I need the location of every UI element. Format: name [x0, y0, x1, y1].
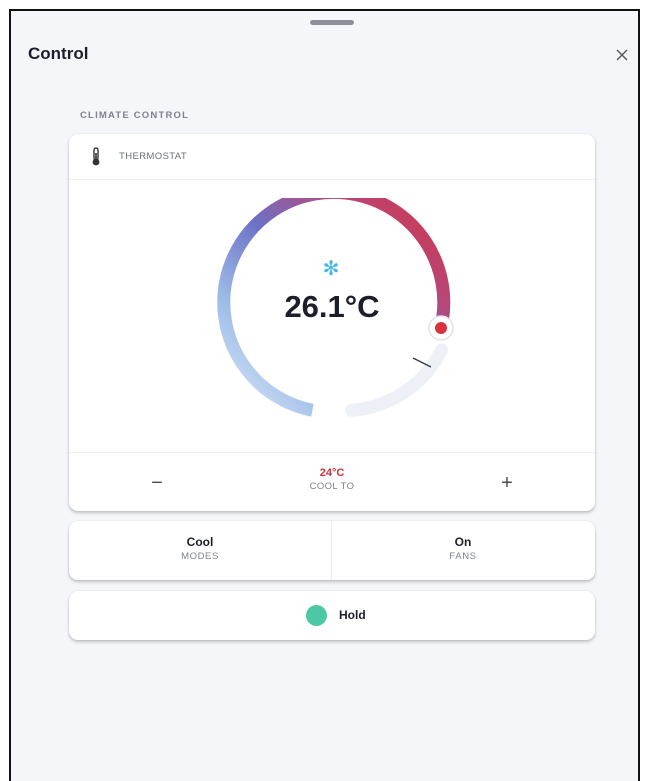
modes-button[interactable]: Cool MODES	[69, 521, 332, 580]
setpoint-display[interactable]: 24°C COOL TO	[282, 467, 382, 492]
increase-button[interactable]: +	[477, 463, 537, 503]
modes-fans-card: Cool MODES On FANS	[69, 521, 595, 580]
hold-button[interactable]: Hold	[69, 591, 595, 640]
section-label: CLIMATE CONTROL	[80, 110, 190, 121]
thermostat-header: THERMOSTAT	[69, 134, 595, 180]
fans-label: FANS	[449, 551, 477, 562]
page-title: Control	[28, 44, 89, 63]
thermometer-icon	[92, 147, 100, 166]
decrease-button[interactable]: −	[127, 463, 187, 503]
drag-handle[interactable]	[310, 20, 354, 25]
fans-button[interactable]: On FANS	[332, 521, 594, 580]
control-panel: Control CLIMATE CONTROL THERMOSTAT ✻ 26.…	[9, 9, 640, 781]
hold-indicator	[306, 605, 327, 626]
hold-label: Hold	[339, 608, 366, 622]
thermostat-card: THERMOSTAT ✻ 26.1°C − 24°C COOL TO +	[69, 134, 595, 511]
snowflake-icon: ✻	[322, 257, 340, 280]
modes-label: MODES	[181, 551, 219, 562]
modes-value: Cool	[186, 535, 214, 549]
fans-value: On	[454, 535, 472, 549]
thermostat-label: THERMOSTAT	[119, 151, 188, 162]
dial-track-arc	[345, 343, 449, 417]
dial-knob-handle[interactable]	[428, 315, 454, 341]
close-button[interactable]	[611, 44, 633, 66]
current-temperature: 26.1°C	[284, 289, 380, 324]
setpoint-row: − 24°C COOL TO +	[69, 452, 595, 512]
setpoint-value: 24°C	[319, 467, 345, 479]
setpoint-label: COOL TO	[309, 481, 355, 492]
close-icon	[616, 49, 628, 61]
